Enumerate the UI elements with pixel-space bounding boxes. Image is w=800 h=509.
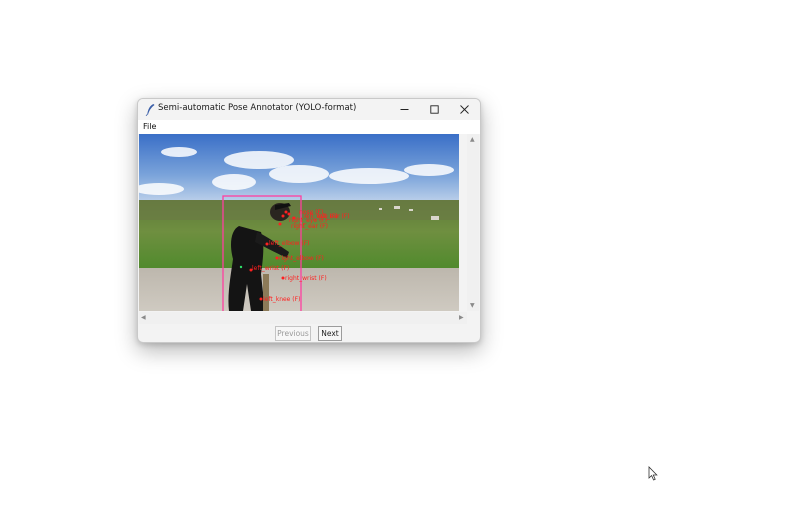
keypoint-dot[interactable] <box>284 210 288 214</box>
keypoint-label: right_ear (F) <box>291 223 328 230</box>
vertical-scrollbar[interactable]: ▲ ▼ <box>467 134 479 311</box>
next-button[interactable]: Next <box>318 326 342 341</box>
maximize-icon <box>429 105 439 114</box>
minimize-icon <box>400 109 408 110</box>
app-window: Semi-automatic Pose Annotator (YOLO-form… <box>137 98 481 343</box>
keypoint-dot[interactable] <box>281 214 285 218</box>
keypoint-dot[interactable] <box>239 265 243 269</box>
keypoint-label: right_elbow (F) <box>279 255 324 262</box>
image-canvas[interactable]: nose (F) left_eye (F) right_eye (F) left… <box>139 134 459 311</box>
keypoint-label: left_ear (F) <box>317 213 350 220</box>
keypoint-dot[interactable] <box>278 222 282 226</box>
minimize-button[interactable] <box>389 99 419 120</box>
scroll-right-icon[interactable]: ▶ <box>459 315 464 321</box>
keypoint-label: left_wrist (F) <box>252 265 289 272</box>
keypoint-label: right_wrist (F) <box>285 275 327 282</box>
feather-icon <box>145 104 155 116</box>
maximize-button[interactable] <box>419 99 449 120</box>
mouse-pointer-icon <box>648 466 658 481</box>
close-button[interactable] <box>449 99 479 120</box>
menu-file[interactable]: File <box>143 122 156 131</box>
title-bar[interactable]: Semi-automatic Pose Annotator (YOLO-form… <box>138 99 480 120</box>
close-icon <box>459 105 469 114</box>
navigation-buttons: Previous Next <box>138 324 480 342</box>
keypoint-label: left_knee (F) <box>263 296 300 303</box>
menu-bar: File <box>138 120 480 134</box>
keypoint-label: left_elbow (F) <box>269 240 310 247</box>
horizontal-scrollbar[interactable]: ◀ ▶ <box>139 312 467 324</box>
scroll-up-icon[interactable]: ▲ <box>470 137 475 143</box>
annotation-image[interactable]: nose (F) left_eye (F) right_eye (F) left… <box>139 134 459 311</box>
scroll-left-icon[interactable]: ◀ <box>141 315 146 321</box>
previous-button[interactable]: Previous <box>275 326 311 341</box>
window-title: Semi-automatic Pose Annotator (YOLO-form… <box>158 103 357 113</box>
keypoint-dot[interactable] <box>287 212 291 216</box>
scroll-down-icon[interactable]: ▼ <box>470 303 475 309</box>
